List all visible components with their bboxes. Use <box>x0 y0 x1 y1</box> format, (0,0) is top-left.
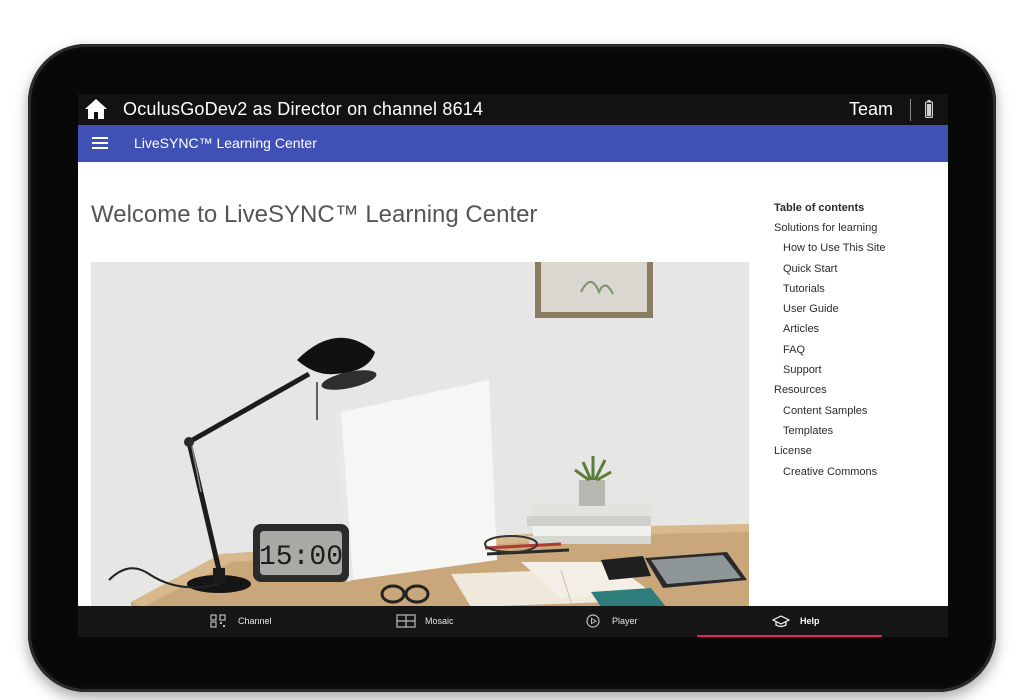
nav-player[interactable]: Player <box>585 606 665 637</box>
nav-channel[interactable]: Channel <box>210 606 290 637</box>
toc-heading: Table of contents <box>774 202 865 214</box>
site-header: LiveSYNC™ Learning Center <box>78 125 948 162</box>
active-tab-indicator <box>697 635 882 637</box>
nav-mosaic[interactable]: Mosaic <box>396 606 476 637</box>
battery-icon <box>925 100 933 118</box>
toc-item-articles[interactable]: Articles <box>774 323 886 336</box>
site-title[interactable]: LiveSYNC™ Learning Center <box>134 135 317 151</box>
toc-item-tutorials[interactable]: Tutorials <box>774 283 886 296</box>
player-icon <box>586 614 600 628</box>
svg-text:15:00: 15:00 <box>259 542 343 573</box>
topbar-divider <box>910 99 911 121</box>
team-button[interactable]: Team <box>849 99 893 120</box>
toc-item-templates[interactable]: Templates <box>774 425 886 438</box>
session-title: OculusGoDev2 as Director on channel 8614 <box>123 99 484 119</box>
toc-item-resources[interactable]: Resources <box>774 384 886 397</box>
desk-illustration: 15:00 <box>91 262 749 607</box>
nav-mosaic-label: Mosaic <box>425 616 454 626</box>
toc-item-content-samples[interactable]: Content Samples <box>774 405 886 418</box>
table-of-contents: Table of contents Solutions for learning… <box>774 202 886 486</box>
toc-item-creative-commons[interactable]: Creative Commons <box>774 466 886 479</box>
home-icon[interactable] <box>84 98 108 120</box>
app-screen: OculusGoDev2 as Director on channel 8614… <box>78 94 948 637</box>
hero-image: 15:00 <box>91 262 749 607</box>
toc-item-license[interactable]: License <box>774 445 886 458</box>
mosaic-icon <box>396 614 416 628</box>
nav-channel-label: Channel <box>238 616 272 626</box>
help-icon <box>772 615 790 628</box>
channel-icon <box>210 614 226 628</box>
nav-player-label: Player <box>612 616 638 626</box>
toc-item-faq[interactable]: FAQ <box>774 344 886 357</box>
toc-item-quick-start[interactable]: Quick Start <box>774 263 886 276</box>
toc-item-solutions-for-learning[interactable]: Solutions for learning <box>774 222 886 235</box>
toc-item-user-guide[interactable]: User Guide <box>774 303 886 316</box>
bottom-navigation: Channel Mosaic Player Help <box>78 606 948 637</box>
toc-item-support[interactable]: Support <box>774 364 886 377</box>
nav-help[interactable]: Help <box>772 606 852 637</box>
menu-icon[interactable] <box>92 137 108 149</box>
page-title: Welcome to LiveSYNC™ Learning Center <box>91 201 538 228</box>
toc-item-how-to-use-this-site[interactable]: How to Use This Site <box>774 242 886 255</box>
nav-help-label: Help <box>800 616 820 626</box>
app-topbar: OculusGoDev2 as Director on channel 8614… <box>78 94 948 125</box>
